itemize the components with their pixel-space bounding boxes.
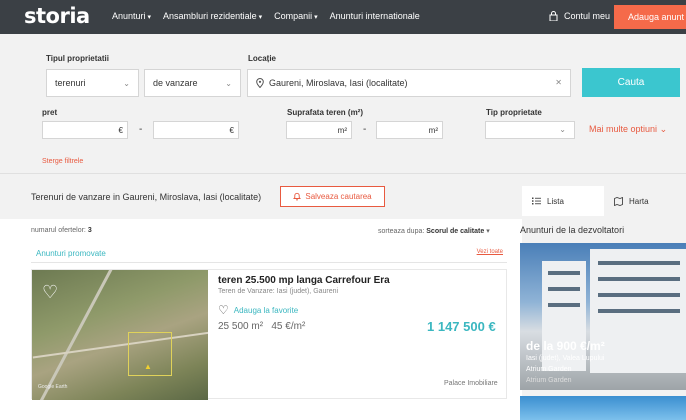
chevron-down-icon: ⌄ [559,125,566,134]
nav-international[interactable]: Anunturi internationale [330,11,420,21]
area-max-input[interactable]: m² [376,121,443,139]
listing-title[interactable]: teren 25.500 mp langa Carrefour Era [218,275,390,286]
chevron-down-icon: ▾ [486,228,490,235]
main-nav: Anunturi ▾ Ansambluri rezidentiale ▾ Compa… [112,11,420,21]
property-subtype-select[interactable]: ⌄ [485,121,575,139]
nav-companii[interactable]: Companii ▾ [274,11,318,21]
developer-location: Iasi (judet), Valea Lupului [526,355,605,362]
top-navbar: storia Anunturi ▾ Ansambluri rezidentiale… [0,0,686,34]
tab-map[interactable]: Harta [604,186,686,216]
promoted-label: Anunturi promovate [36,249,106,258]
window-row [548,303,580,307]
listing-agency: Palace Imobiliare [444,380,498,387]
window-row [548,287,580,291]
developer-listing-2[interactable] [520,396,686,420]
map-road [32,331,208,359]
location-label: Locație [248,54,277,63]
chevron-down-icon: ⌄ [123,79,130,88]
developer-price: de la 900 €/m² [526,339,605,353]
price-label: pret [42,108,58,117]
heart-icon[interactable]: ♡ [42,282,58,303]
developers-title: Anunturi de la dezvoltatori [520,225,625,235]
area-label: Suprafata teren (m²) [287,108,364,117]
results-header: Terenuri de vanzare in Gaureni, Miroslav… [0,175,522,219]
chevron-down-icon: ▾ [314,14,318,21]
map-marker-icon: ▲ [144,362,152,371]
price-max-input[interactable]: € [153,121,239,139]
listing-subtitle: Teren de Vanzare: Iasi (judet), Gaureni [218,288,339,295]
map-icon [614,196,623,206]
listing-card[interactable]: ▲ ♡ Google Earth teren 25.500 mp langa C… [31,269,507,400]
storia-logo[interactable]: storia [24,4,90,28]
offers-count: numarul ofertelor: 3 [31,227,92,234]
window-row [598,293,680,297]
location-input[interactable]: Gaureni, Miroslava, Iasi (localitate) ✕ [247,69,571,97]
clear-location-icon[interactable]: ✕ [555,78,562,87]
developer-project-sub: Atrium Garden [526,377,572,384]
listing-area: 25 500 m² 45 €/m² [218,321,306,332]
price-range-separator: - [139,124,143,135]
save-search-button[interactable]: Salveaza cautarea [280,186,385,207]
more-options-link[interactable]: Mai multe optiuni ⌄ [589,124,667,135]
area-min-input[interactable]: m² [286,121,352,139]
transaction-type-select[interactable]: de vanzare ⌄ [144,69,241,97]
window-row [598,261,680,265]
view-tabs: Lista Harta [522,186,686,216]
location-pin-icon [256,78,264,88]
list-icon [532,197,541,205]
area-range-separator: - [363,124,367,135]
add-listing-button[interactable]: Adauga anunt [614,5,686,29]
bell-icon [293,192,302,201]
see-all-link[interactable]: Vezi toate [477,249,503,255]
results-title: Terenuri de vanzare in Gaureni, Miroslav… [31,192,262,202]
promoted-bar: Anunturi promovate Vezi toate [31,245,507,263]
image-caption: Google Earth [38,384,68,390]
property-type-select[interactable]: terenuri ⌄ [46,69,139,97]
account-link[interactable]: Contul meu [549,11,610,21]
clear-filters-link[interactable]: Sterge filtrele [42,158,83,165]
listing-price: 1 147 500 € [427,319,496,334]
window-row [548,271,580,275]
chevron-down-icon: ⌄ [659,124,668,134]
sort-control[interactable]: sorteaza dupa: Scorul de calitate ▾ [378,227,490,235]
listings-panel: numarul ofertelor: 3 sorteaza dupa: Scor… [0,219,522,420]
nav-anunturi[interactable]: Anunturi ▾ [112,11,151,21]
window-row [598,309,680,313]
chevron-down-icon: ▾ [258,14,263,21]
nav-ansambluri[interactable]: Ansambluri rezidentiale ▾ [163,11,262,21]
tab-list[interactable]: Lista [522,186,604,216]
developer-listing[interactable]: de la 900 €/m² Iasi (judet), Valea Lupul… [520,243,686,390]
heart-icon: ♡ [218,303,229,317]
lock-icon [549,11,558,21]
add-to-favorites[interactable]: ♡ Adauga la favorite [218,303,298,317]
listing-image[interactable]: ▲ ♡ Google Earth [32,270,208,400]
search-panel: Tipul proprietatii terenuri ⌄ de vanzare… [0,34,686,174]
property-type-label: Tipul proprietatii [46,54,109,63]
chevron-down-icon: ⌄ [225,79,232,88]
chevron-down-icon: ▾ [147,14,152,21]
search-button[interactable]: Cauta [582,68,680,97]
window-row [598,277,680,281]
type-label: Tip proprietate [486,108,542,117]
developer-project-name: Atrium Garden [526,366,572,373]
price-min-input[interactable]: € [42,121,128,139]
